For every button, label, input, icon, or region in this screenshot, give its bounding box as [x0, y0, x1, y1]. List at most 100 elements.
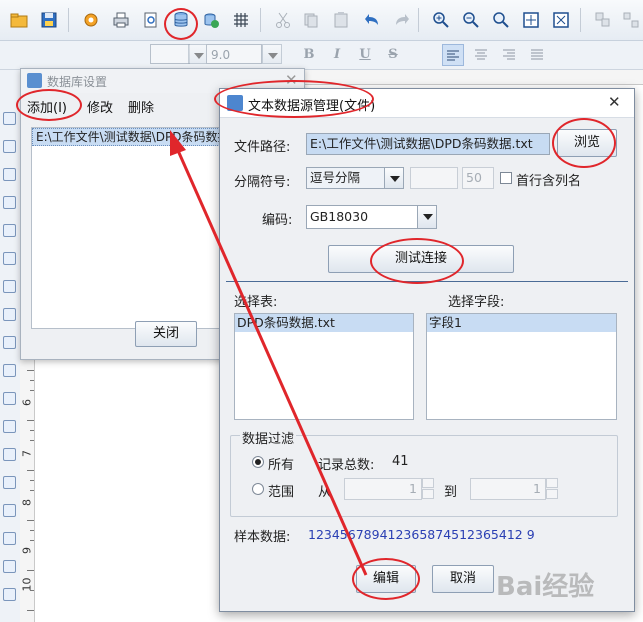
save-icon[interactable]: [38, 9, 60, 31]
tool-icon[interactable]: [3, 560, 16, 573]
menu-edit[interactable]: 修改: [87, 97, 113, 116]
tool-icon[interactable]: [3, 112, 16, 125]
tool-icon[interactable]: [3, 280, 16, 293]
menu-delete[interactable]: 删除: [128, 97, 154, 116]
left-tool-strip: [0, 70, 21, 622]
app-icon: [27, 73, 42, 88]
highlight-ring: [552, 118, 616, 168]
font-name-dropdown-icon[interactable]: [188, 44, 208, 64]
separator-custom-field: [410, 167, 458, 189]
strikethrough-button[interactable]: S: [382, 44, 404, 66]
to-label: 到: [444, 485, 458, 500]
separator-select[interactable]: 逗号分隔: [306, 167, 386, 189]
sample-value: 123456789412365874512365412 9: [308, 527, 535, 542]
field-list[interactable]: 字段1: [426, 313, 617, 420]
bold-button[interactable]: B: [298, 44, 320, 66]
radio-all-label: 所有: [268, 458, 295, 473]
spin-up-icon: [422, 478, 434, 488]
total-value: 41: [392, 454, 409, 469]
fit-page-icon[interactable]: [520, 9, 542, 31]
horizontal-ruler: [296, 70, 643, 85]
font-name-select[interactable]: [150, 44, 190, 64]
tool-icon[interactable]: [3, 168, 16, 181]
to-stepper: 1: [470, 478, 558, 500]
tool-icon[interactable]: [3, 476, 16, 489]
filter-group: [230, 435, 618, 517]
highlight-ring: [16, 89, 82, 121]
tool-icon[interactable]: [3, 336, 16, 349]
cancel-button[interactable]: 取消: [432, 565, 494, 593]
grid-icon[interactable]: [230, 9, 252, 31]
tool-icon[interactable]: [3, 588, 16, 601]
align-center-icon[interactable]: [470, 44, 492, 66]
italic-button[interactable]: I: [326, 44, 348, 66]
ruler-number: 8: [20, 499, 34, 506]
ruler-number: 6: [20, 399, 34, 406]
chevron-down-icon[interactable]: [417, 205, 437, 229]
tool-icon[interactable]: [3, 308, 16, 321]
radio-all[interactable]: [252, 456, 264, 468]
list-item[interactable]: E:\工作文件\测试数据\DPD条码数据.txt: [32, 128, 228, 146]
underline-button[interactable]: U: [354, 44, 376, 66]
watermark: Bai经验: [496, 572, 595, 602]
encoding-label: 编码:: [262, 213, 293, 228]
print-icon[interactable]: [110, 9, 132, 31]
from-label: 从: [318, 485, 332, 500]
settings-icon[interactable]: [80, 9, 102, 31]
to-value: 1: [470, 478, 546, 500]
tool-icon[interactable]: [3, 196, 16, 209]
zoom-out-icon[interactable]: [460, 9, 482, 31]
field-list-item[interactable]: 字段1: [427, 314, 616, 332]
tool-icon[interactable]: [3, 252, 16, 265]
tool-icon[interactable]: [3, 532, 16, 545]
paste-icon[interactable]: [330, 9, 352, 31]
open-folder-icon[interactable]: [8, 9, 30, 31]
first-row-checkbox[interactable]: [500, 172, 512, 184]
align-justify-icon[interactable]: [526, 44, 548, 66]
datasource-list[interactable]: E:\工作文件\测试数据\DPD条码数据.txt: [31, 127, 229, 329]
chevron-down-icon[interactable]: [384, 167, 404, 189]
table-list-item[interactable]: DPD条码数据.txt: [235, 314, 413, 332]
radio-range[interactable]: [252, 483, 264, 495]
from-stepper: 1: [344, 478, 434, 500]
database-add-icon[interactable]: [200, 9, 222, 31]
align-right-icon[interactable]: [498, 44, 520, 66]
highlight-ring: [370, 238, 464, 284]
redo-icon[interactable]: [390, 9, 412, 31]
font-size-select[interactable]: 9.0: [206, 44, 262, 64]
encoding-select[interactable]: GB18030: [306, 205, 418, 229]
tool-icon[interactable]: [3, 448, 16, 461]
group-icon[interactable]: [592, 9, 614, 31]
spin-down-icon: [422, 489, 434, 499]
tool-icon[interactable]: [3, 392, 16, 405]
tool-icon[interactable]: [3, 140, 16, 153]
table-list[interactable]: DPD条码数据.txt: [234, 313, 414, 420]
align-left-icon[interactable]: [442, 44, 464, 66]
copy-icon[interactable]: [300, 9, 322, 31]
spin-down-icon: [546, 489, 558, 499]
highlight-ring: [352, 558, 420, 600]
spin-up-icon: [546, 478, 558, 488]
tool-icon[interactable]: [3, 504, 16, 517]
undo-icon[interactable]: [362, 9, 384, 31]
ungroup-icon[interactable]: [620, 9, 642, 31]
dialog-title: 数据库设置: [47, 75, 108, 89]
from-value: 1: [344, 478, 422, 500]
zoom-in-icon[interactable]: [430, 9, 452, 31]
close-icon[interactable]: ✕: [608, 93, 621, 111]
close-button[interactable]: 关闭: [135, 321, 197, 347]
tool-icon[interactable]: [3, 364, 16, 377]
highlight-ring: [214, 80, 374, 118]
zoom-fit-icon[interactable]: [490, 9, 512, 31]
cut-icon[interactable]: [272, 9, 294, 31]
print-preview-icon[interactable]: [140, 9, 162, 31]
tool-icon[interactable]: [3, 420, 16, 433]
path-field[interactable]: E:\工作文件\测试数据\DPD条码数据.txt: [306, 133, 550, 155]
highlight-ring: [164, 8, 198, 40]
filter-title: 数据过滤: [240, 428, 297, 447]
table-label: 选择表:: [234, 295, 278, 310]
font-size-dropdown-icon[interactable]: [262, 44, 282, 64]
actual-size-icon[interactable]: [550, 9, 572, 31]
tool-icon[interactable]: [3, 224, 16, 237]
separator-number-field: 50: [462, 167, 494, 189]
